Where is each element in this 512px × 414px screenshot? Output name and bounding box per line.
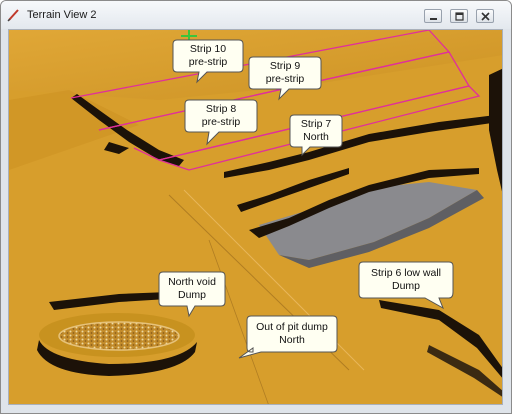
callout-strip-8-line2: pre-strip: [201, 116, 241, 128]
callout-strip-6-line1: Strip 6 low wall: [370, 267, 442, 279]
callout-out-of-pit-line2: North: [279, 334, 305, 346]
terrain-viewport[interactable]: Strip 10 pre-strip Strip 9 pre-strip Str…: [8, 29, 503, 405]
callout-strip-9: Strip 9 pre-strip: [248, 56, 322, 101]
close-icon: [481, 12, 490, 21]
callout-north-void-line1: North void: [168, 276, 216, 288]
minimize-button[interactable]: [424, 9, 442, 23]
callout-strip-8-line1: Strip 8: [205, 103, 237, 115]
callout-strip-6: Strip 6 low wall Dump: [358, 261, 454, 310]
callout-north-void: North void Dump: [158, 271, 226, 318]
close-button[interactable]: [476, 9, 494, 23]
callout-strip-7-line2: North: [303, 131, 329, 143]
minimize-icon: [430, 18, 437, 20]
window-title: Terrain View 2: [27, 9, 97, 21]
callout-strip-9-line1: Strip 9: [269, 60, 301, 72]
callout-strip-9-line2: pre-strip: [265, 73, 305, 85]
maximize-button[interactable]: [450, 9, 468, 23]
callout-strip-7: Strip 7 North: [289, 114, 343, 157]
callout-strip-8: Strip 8 pre-strip: [184, 99, 258, 146]
maximize-icon: [455, 12, 464, 21]
callout-strip-10-line1: Strip 10: [189, 43, 227, 55]
callout-out-of-pit-line1: Out of pit dump: [256, 321, 328, 333]
terrain-view-window: Terrain View 2 Strip 10 pre-strip Strip …: [0, 0, 512, 414]
callout-strip-6-line2: Dump: [391, 280, 420, 292]
callout-strip-10: Strip 10 pre-strip: [172, 39, 244, 84]
callout-strip-7-line1: Strip 7: [300, 118, 332, 130]
title-bar[interactable]: Terrain View 2: [1, 1, 511, 29]
callout-north-void-line2: Dump: [177, 289, 206, 301]
callout-strip-10-line2: pre-strip: [188, 56, 228, 68]
callout-out-of-pit: Out of pit dump North: [238, 315, 338, 359]
out-of-pit-dump: [37, 313, 197, 376]
pencil-icon: [7, 9, 19, 22]
